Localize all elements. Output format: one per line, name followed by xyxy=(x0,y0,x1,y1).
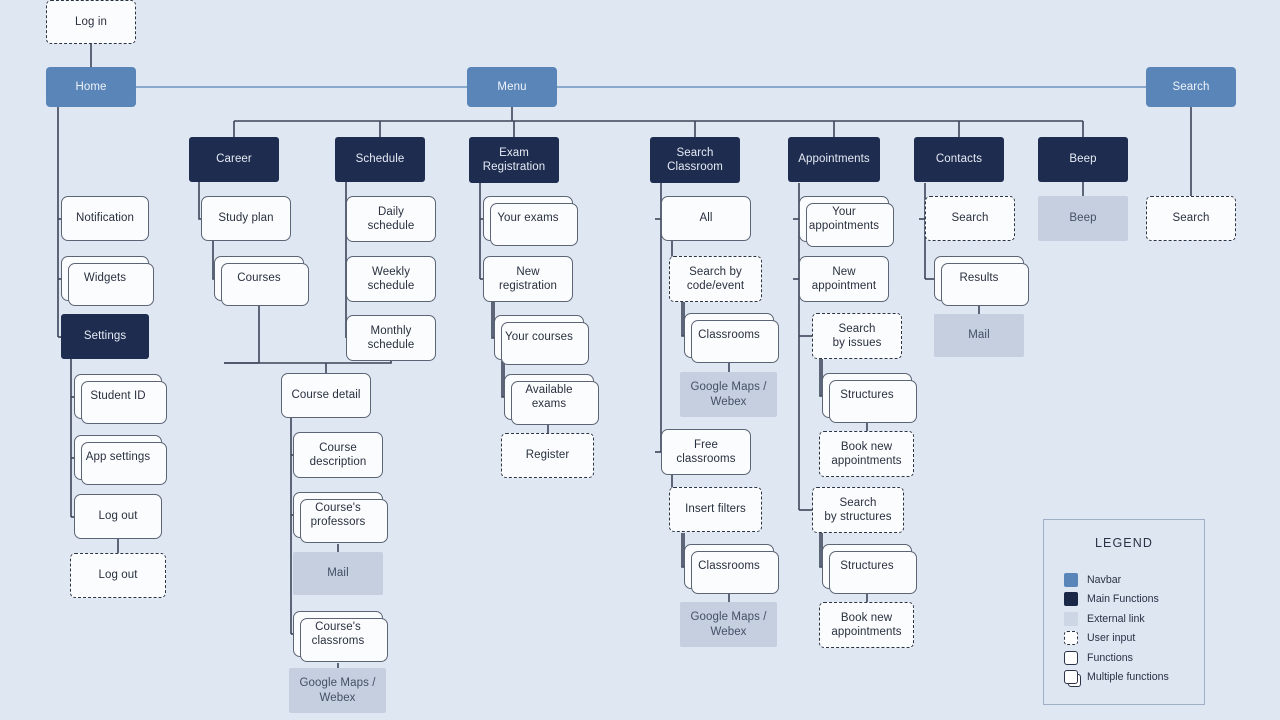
node-settings[interactable]: Settings xyxy=(61,314,149,359)
node-structures-2[interactable]: Structures xyxy=(822,544,917,594)
node-course-detail[interactable]: Course detail xyxy=(281,373,371,418)
node-your-exams[interactable]: Your exams xyxy=(483,196,578,246)
node-log-out-fn[interactable]: Log out xyxy=(74,494,162,539)
node-new-reg[interactable]: New registration xyxy=(483,256,573,302)
node-new-appt[interactable]: New appointment xyxy=(799,256,889,302)
node-search-class[interactable]: Search Classroom xyxy=(650,137,740,183)
legend-item-label: User input xyxy=(1087,632,1136,645)
node-free-class[interactable]: Free classrooms xyxy=(661,429,751,475)
node-mail-1[interactable]: Mail xyxy=(293,552,383,595)
node-classrooms-2[interactable]: Classrooms xyxy=(684,544,779,594)
legend-item-navbar: Navbar xyxy=(1064,570,1204,590)
main-swatch-icon xyxy=(1064,592,1078,607)
node-search-leaf[interactable]: Search xyxy=(1146,196,1236,241)
node-ct-search[interactable]: Search xyxy=(925,196,1015,241)
node-avail-exams[interactable]: Available exams xyxy=(504,374,599,425)
legend-item-func: Functions xyxy=(1064,648,1204,668)
node-your-courses[interactable]: Your courses xyxy=(494,315,589,365)
node-daily[interactable]: Daily schedule xyxy=(346,196,436,242)
external-swatch-icon xyxy=(1064,611,1078,626)
legend-item-external: External link xyxy=(1064,609,1204,629)
legend-item-label: Navbar xyxy=(1087,573,1122,586)
node-career[interactable]: Career xyxy=(189,137,279,182)
node-student-id[interactable]: Student ID xyxy=(74,374,167,424)
input-swatch-icon xyxy=(1064,631,1078,646)
node-register[interactable]: Register xyxy=(501,433,594,478)
node-mail-2[interactable]: Mail xyxy=(934,314,1024,357)
node-notification[interactable]: Notification xyxy=(61,196,149,241)
legend-item-label: External link xyxy=(1087,612,1145,625)
node-search-issues[interactable]: Search by issues xyxy=(812,313,902,359)
node-all[interactable]: All xyxy=(661,196,751,241)
node-gmaps-1[interactable]: Google Maps / Webex xyxy=(289,668,386,713)
node-structures-1[interactable]: Structures xyxy=(822,373,917,423)
legend-title: LEGEND xyxy=(1094,536,1153,550)
node-search-struct[interactable]: Search by structures xyxy=(812,487,904,533)
node-ct-results[interactable]: Results xyxy=(934,256,1029,306)
node-book-new-2[interactable]: Book new appointments xyxy=(819,602,914,648)
node-exam-reg[interactable]: Exam Registration xyxy=(469,137,559,183)
node-log-out-in[interactable]: Log out xyxy=(70,553,166,598)
legend-item-input: User input xyxy=(1064,629,1204,649)
node-search-nav[interactable]: Search xyxy=(1146,67,1236,107)
node-schedule[interactable]: Schedule xyxy=(335,137,425,182)
func-swatch-icon xyxy=(1064,650,1078,665)
legend-rows: Navbar Main Functions External link User in… xyxy=(1044,570,1204,688)
node-insert-filt[interactable]: Insert filters xyxy=(669,487,762,532)
node-beep-ext[interactable]: Beep xyxy=(1038,196,1128,241)
node-login[interactable]: Log in xyxy=(46,0,136,44)
node-course-desc[interactable]: Course description xyxy=(293,432,383,478)
legend-item-label: Multiple functions xyxy=(1087,671,1169,684)
node-courses[interactable]: Courses xyxy=(214,256,309,306)
node-widgets[interactable]: Widgets xyxy=(61,256,154,306)
node-monthly[interactable]: Monthly schedule xyxy=(346,315,436,361)
node-app-settings[interactable]: App settings xyxy=(74,435,167,485)
node-beep[interactable]: Beep xyxy=(1038,137,1128,182)
legend-item-label: Functions xyxy=(1087,651,1133,664)
node-classrooms-1[interactable]: Classrooms xyxy=(684,313,779,363)
node-menu[interactable]: Menu xyxy=(467,67,557,107)
node-course-class[interactable]: Course's classroms xyxy=(293,611,388,662)
node-gmaps-2[interactable]: Google Maps / Webex xyxy=(680,372,777,417)
navbar-swatch-icon xyxy=(1064,572,1078,587)
legend-item-label: Main Functions xyxy=(1087,593,1159,606)
node-book-new-1[interactable]: Book new appointments xyxy=(819,431,914,477)
legend-item-multi: Multiple functions xyxy=(1064,668,1204,688)
multi-swatch-icon xyxy=(1064,670,1081,688)
node-course-prof[interactable]: Course's professors xyxy=(293,492,388,543)
node-appointments[interactable]: Appointments xyxy=(788,137,880,182)
node-gmaps-3[interactable]: Google Maps / Webex xyxy=(680,602,777,647)
node-weekly[interactable]: Weekly schedule xyxy=(346,256,436,302)
node-your-appt[interactable]: Your appointments xyxy=(799,196,894,247)
node-home[interactable]: Home xyxy=(46,67,136,107)
node-study-plan[interactable]: Study plan xyxy=(201,196,291,241)
node-search-code[interactable]: Search by code/event xyxy=(669,256,762,302)
legend-panel: LEGEND Navbar Main Functions External link… xyxy=(1043,519,1205,705)
legend-item-main: Main Functions xyxy=(1064,590,1204,610)
node-contacts[interactable]: Contacts xyxy=(914,137,1004,182)
